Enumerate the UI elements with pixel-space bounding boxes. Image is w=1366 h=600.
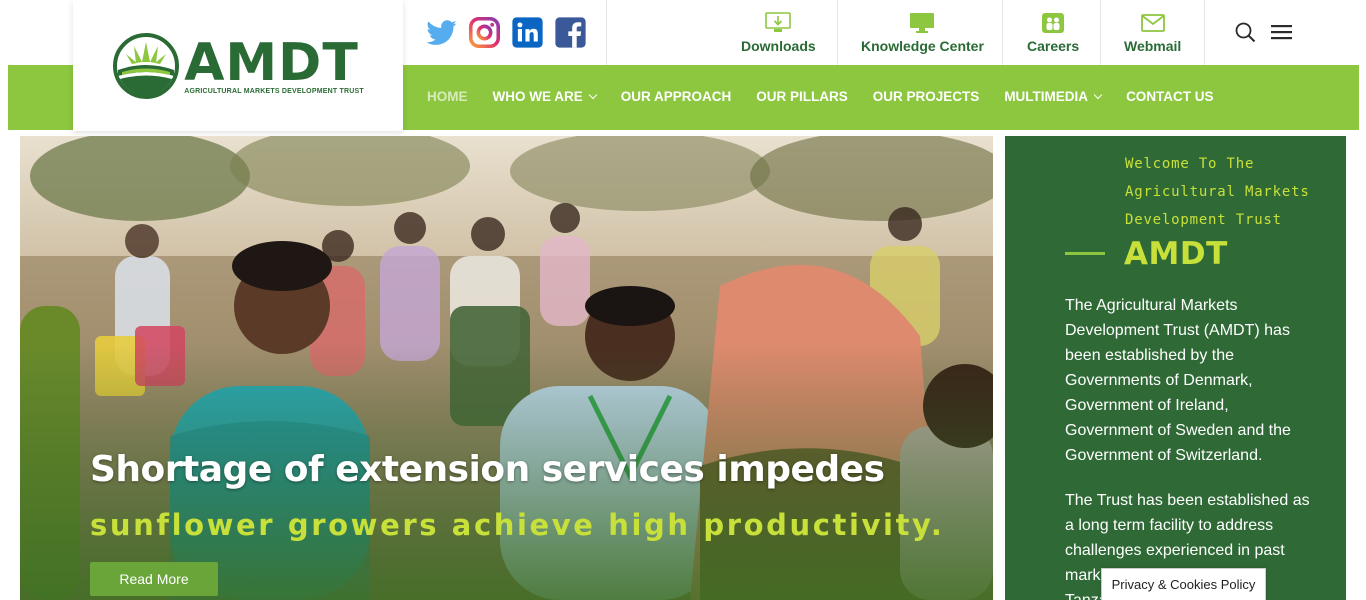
nav-our-pillars-label: OUR PILLARS [756,89,848,104]
logo-wordmark: AMDT [184,32,359,93]
logo-emblem-icon [113,32,180,99]
read-more-button[interactable]: Read More [90,562,218,596]
downloads-label: Downloads [741,38,816,54]
search-icon[interactable] [1235,22,1256,48]
nav-home[interactable]: HOME [427,89,468,104]
panel-title: AMDT [1124,236,1228,272]
facebook-icon[interactable] [554,16,587,49]
hero-title: Shortage of extension services impedes [90,449,885,490]
logo-tagline: AGRICULTURAL MARKETS DEVELOPMENT TRUST [184,87,364,95]
monitor-icon [909,12,935,34]
twitter-icon[interactable] [425,16,458,49]
mail-icon [1140,12,1165,34]
nav-our-approach-label: OUR APPROACH [620,89,732,104]
hero-slider[interactable]: Shortage of extension services impedes s… [20,136,993,600]
nav-contact-us-label: CONTACT US [1126,89,1214,104]
chevron-down-icon [588,90,597,100]
linkedin-icon[interactable] [511,16,544,49]
nav-our-pillars[interactable]: OUR PILLARS [756,89,848,104]
careers-label: Careers [1027,38,1080,54]
intro-paragraph: The Agricultural Markets Development Tru… [1065,297,1291,464]
webmail-link[interactable]: Webmail [1124,12,1181,54]
instagram-icon[interactable] [468,16,501,49]
divider [1100,0,1101,65]
page: AMDT AGRICULTURAL MARKETS DEVELOPMENT TR… [0,0,1366,600]
downloads-link[interactable]: Downloads [741,12,816,54]
welcome-panel: Welcome To The Agricultural Markets Deve… [1005,136,1346,600]
webmail-label: Webmail [1124,38,1182,54]
hamburger-menu-icon[interactable] [1271,25,1292,45]
privacy-cookies-button[interactable]: Privacy & Cookies Policy [1101,568,1266,600]
chevron-down-icon [1093,90,1103,100]
nav-our-projects-label: OUR PROJECTS [872,89,980,104]
knowledge-center-link[interactable]: Knowledge Center [861,12,984,54]
hero-subtitle: sunflower growers achieve high productiv… [90,508,945,542]
nav-our-projects[interactable]: OUR PROJECTS [873,89,980,104]
divider [837,0,838,65]
divider [1002,0,1003,65]
divider [1204,0,1205,65]
knowledge-center-label: Knowledge Center [861,38,984,54]
nav-home-label: HOME [427,89,468,104]
divider [606,0,607,65]
people-icon [1041,12,1065,34]
title-rule [1065,252,1105,255]
download-icon [765,12,792,34]
nav-our-approach[interactable]: OUR APPROACH [621,89,732,104]
social-links [425,16,587,49]
nav-multimedia-label: MULTIMEDIA [1004,89,1089,104]
logo[interactable]: AMDT AGRICULTURAL MARKETS DEVELOPMENT TR… [73,0,403,131]
nav-multimedia[interactable]: MULTIMEDIA [1004,89,1103,104]
nav-who-we-are[interactable]: WHO WE ARE [492,89,597,104]
welcome-heading: Welcome To The Agricultural Markets Deve… [1125,156,1310,228]
main-nav: HOME WHO WE ARE OUR APPROACH OUR PILLARS… [427,89,1239,104]
nav-contact-us[interactable]: CONTACT US [1126,89,1214,104]
careers-link[interactable]: Careers [1027,12,1079,54]
nav-who-we-are-label: WHO WE ARE [492,89,583,104]
